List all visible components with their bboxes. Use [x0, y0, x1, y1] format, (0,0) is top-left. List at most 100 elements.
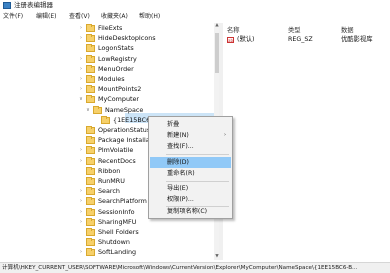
folder-icon: [86, 197, 95, 206]
menu-favorites[interactable]: 收藏夹(A): [101, 12, 128, 22]
title-bar: 注册表编辑器: [0, 0, 390, 11]
tree-item[interactable]: › HideDesktopIcons: [77, 33, 214, 43]
tree-item-label: LogonStats: [98, 44, 134, 53]
folder-icon: [93, 105, 102, 114]
tree-item[interactable]: ∨ NameSpace: [84, 105, 214, 115]
tree-item[interactable]: › SoftLanding: [77, 247, 214, 257]
tree-item[interactable]: Shutdown: [77, 237, 214, 247]
column-header-data[interactable]: 数据: [341, 25, 354, 34]
tree-item-label: Ribbon: [98, 166, 121, 175]
expand-chevron-icon[interactable]: ∨: [77, 94, 85, 104]
menu-file[interactable]: 文件(F): [3, 12, 23, 22]
column-header-type[interactable]: 类型: [288, 25, 301, 34]
folder-icon: [86, 187, 95, 196]
tree-item-label: PlmVolatile: [98, 146, 134, 155]
tree-item[interactable]: ∨ MyComputer: [77, 94, 214, 104]
menu-separator: [166, 181, 229, 182]
expand-chevron-icon[interactable]: ›: [77, 74, 85, 84]
context-item-copy-key-name[interactable]: 复制项名称(C): [150, 206, 231, 217]
window-title: 注册表编辑器: [14, 1, 53, 9]
tree-item[interactable]: › MountPoints2: [77, 84, 214, 94]
context-item-label: 删除(D): [167, 159, 189, 166]
tree-item-label: MyComputer: [98, 95, 140, 104]
expand-chevron-icon[interactable]: ›: [77, 196, 85, 206]
value-name: (默认): [237, 36, 255, 43]
tree-item-label: SharingMFU: [98, 217, 137, 226]
expand-chevron-icon[interactable]: ›: [77, 33, 85, 43]
tree-item-label: Modules: [98, 75, 125, 83]
folder-icon: [86, 64, 95, 73]
tree-item-label: LowRegistry: [98, 54, 137, 63]
folder-icon: [86, 136, 95, 145]
folder-icon: [86, 24, 95, 32]
tree-item[interactable]: LogonStats: [77, 43, 214, 53]
tree-item-label: RecentDocs: [98, 156, 136, 165]
tree-item-label: OperationStatusI: [98, 126, 153, 134]
context-item-rename[interactable]: 重命名(R): [150, 168, 231, 179]
expand-chevron-icon[interactable]: ›: [77, 64, 85, 74]
string-value-icon: ab: [227, 37, 234, 43]
expand-chevron-icon[interactable]: ›: [77, 207, 85, 217]
context-item-label: 折叠: [167, 121, 180, 128]
menu-bar: 文件(F) 编辑(E) 查看(V) 收藏夹(A) 帮助(H): [0, 12, 390, 22]
folder-icon: [86, 95, 95, 104]
expand-chevron-icon[interactable]: ›: [77, 217, 85, 227]
status-bar: 计算机\HKEY_CURRENT_USER\SOFTWARE\Microsoft…: [0, 262, 390, 273]
expand-chevron-icon[interactable]: ›: [77, 156, 85, 166]
context-item-collapse[interactable]: 折叠: [150, 119, 231, 130]
tree-item-label: FileExts: [98, 24, 123, 32]
tree-item[interactable]: › Modules: [77, 74, 214, 84]
expand-chevron-icon[interactable]: ›: [77, 84, 85, 94]
regedit-icon: [3, 2, 11, 9]
context-item-label: 新建(N): [167, 132, 189, 139]
tree-item-label: Shell Folders: [98, 228, 139, 236]
context-menu: 折叠 新建(N) › 查找(F)... 删除(D) 重命名(R) 导出(E) 权…: [148, 116, 233, 219]
context-item-delete[interactable]: 删除(D): [150, 157, 231, 168]
folder-icon: [86, 217, 95, 226]
value-type: REG_SZ: [288, 36, 313, 43]
context-item-label: 权限(P)...: [167, 196, 194, 203]
values-pane[interactable]: 名称 类型 数据 ab (默认) REG_SZ 优酷影视库: [223, 23, 390, 260]
value-row[interactable]: ab (默认) REG_SZ 优酷影视库: [223, 35, 390, 45]
context-item-new[interactable]: 新建(N) ›: [150, 130, 231, 141]
expand-chevron-icon[interactable]: ›: [77, 54, 85, 64]
tree-item-label: SoftLanding: [98, 248, 137, 257]
value-data: 优酷影视库: [341, 36, 373, 43]
folder-icon: [86, 207, 95, 216]
tree-item[interactable]: › LowRegistry: [77, 54, 214, 64]
menu-view[interactable]: 查看(V): [69, 12, 90, 22]
context-item-export[interactable]: 导出(E): [150, 183, 231, 194]
tree-item[interactable]: › FileExts: [77, 23, 214, 33]
menu-help[interactable]: 帮助(H): [139, 12, 160, 22]
tree-item[interactable]: Shell Folders: [77, 227, 214, 237]
tree-item-label: SearchPlatform: [98, 197, 147, 206]
tree-item-label: Shutdown: [98, 238, 130, 247]
context-item-label: 复制项名称(C): [167, 208, 208, 215]
menu-edit[interactable]: 编辑(E): [36, 12, 56, 22]
folder-icon: [86, 44, 95, 53]
tree-item-label: NameSpace: [105, 105, 144, 114]
folder-icon: [101, 115, 110, 124]
folder-icon: [86, 238, 95, 247]
folder-icon: [86, 75, 95, 83]
expand-chevron-icon[interactable]: ›: [77, 247, 85, 257]
menu-separator: [166, 154, 229, 155]
expand-chevron-icon[interactable]: ›: [77, 186, 85, 196]
submenu-arrow-icon: ›: [224, 132, 226, 138]
context-item-permissions[interactable]: 权限(P)...: [150, 194, 231, 205]
column-header-name[interactable]: 名称: [227, 25, 240, 34]
context-item-find[interactable]: 查找(F)...: [150, 141, 231, 152]
folder-icon: [86, 34, 95, 43]
tree-item-label: RunMRU: [98, 177, 125, 185]
folder-icon: [86, 156, 95, 165]
folder-icon: [86, 177, 95, 185]
folder-icon: [86, 248, 95, 257]
folder-icon: [86, 126, 95, 134]
expand-chevron-icon[interactable]: ∨: [84, 105, 92, 115]
expand-chevron-icon[interactable]: ›: [77, 145, 85, 155]
tree-item-label: HideDesktopIcons: [98, 34, 156, 43]
context-item-label: 导出(E): [167, 185, 189, 192]
tree-item[interactable]: › MenuOrder: [77, 64, 214, 74]
expand-chevron-icon[interactable]: ›: [77, 23, 85, 33]
folder-icon: [86, 54, 95, 63]
